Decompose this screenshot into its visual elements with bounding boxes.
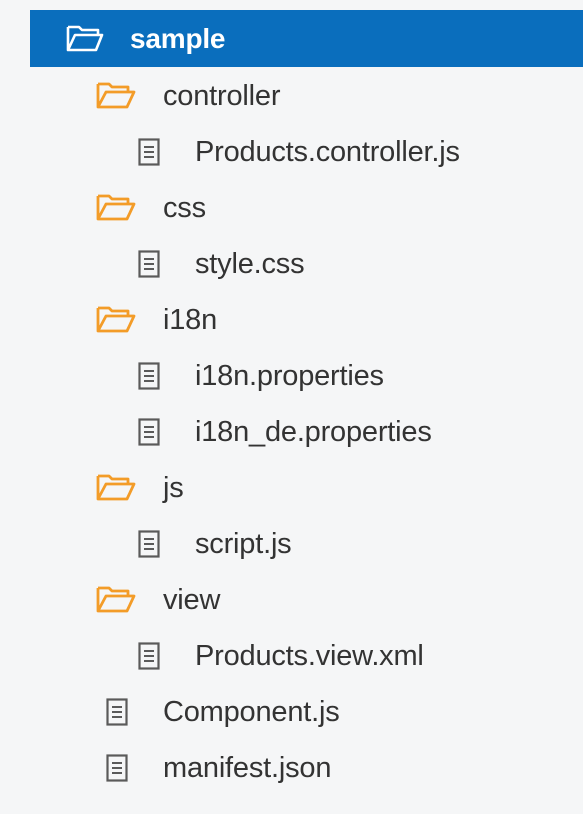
folder-open-icon	[96, 474, 136, 501]
folder-open-icon	[96, 82, 136, 109]
tree-item-label: style.css	[195, 247, 305, 280]
file-icon	[138, 530, 160, 558]
file-icon	[138, 642, 160, 670]
file-icon	[138, 250, 160, 278]
file-icon	[138, 418, 160, 446]
tree-item-label: view	[163, 583, 221, 616]
tree-item-component-js[interactable]: Component.js	[0, 684, 583, 740]
tree-item-css[interactable]: css	[0, 180, 583, 236]
tree-item-label: controller	[163, 79, 281, 112]
tree-item-script-js[interactable]: script.js	[0, 516, 583, 572]
file-icon	[106, 698, 128, 726]
tree-item-manifest-json[interactable]: manifest.json	[0, 740, 583, 796]
tree-item-label: Component.js	[163, 695, 340, 728]
folder-open-icon	[66, 25, 104, 52]
tree-item-controller[interactable]: controller	[0, 68, 583, 124]
tree-item-label: Products.controller.js	[195, 135, 460, 168]
tree-item-label: i18n	[163, 303, 218, 336]
folder-open-icon	[96, 194, 136, 221]
tree-item-products-view-xml[interactable]: Products.view.xml	[0, 628, 583, 684]
tree-item-style-css[interactable]: style.css	[0, 236, 583, 292]
file-icon	[138, 138, 160, 166]
folder-open-icon	[96, 306, 136, 333]
tree-item-label: script.js	[195, 527, 292, 560]
project-file-tree: sample controller Products.controller.js…	[0, 0, 583, 814]
tree-item-label: i18n.properties	[195, 359, 384, 392]
tree-item-products-controller-js[interactable]: Products.controller.js	[0, 124, 583, 180]
tree-item-label: css	[163, 191, 206, 224]
tree-item-view[interactable]: view	[0, 572, 583, 628]
tree-item-label: Products.view.xml	[195, 639, 424, 672]
tree-item-i18n[interactable]: i18n	[0, 292, 583, 348]
tree-item-i18n-de-properties[interactable]: i18n_de.properties	[0, 404, 583, 460]
tree-item-label: sample	[130, 22, 226, 54]
file-icon	[138, 362, 160, 390]
tree-item-label: i18n_de.properties	[195, 415, 432, 448]
tree-item-label: js	[163, 471, 184, 504]
tree-item-label: manifest.json	[163, 751, 332, 784]
tree-item-js[interactable]: js	[0, 460, 583, 516]
folder-open-icon	[96, 586, 136, 613]
tree-item-i18n-properties[interactable]: i18n.properties	[0, 348, 583, 404]
tree-item-sample[interactable]: sample	[30, 10, 583, 67]
file-icon	[106, 754, 128, 782]
